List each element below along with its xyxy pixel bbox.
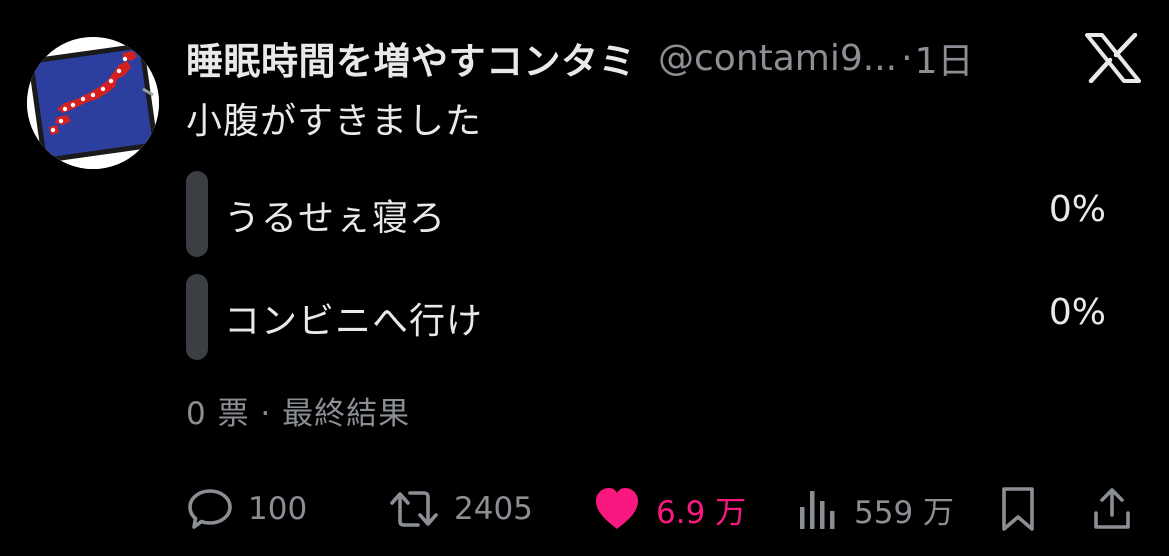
share-icon [1094,488,1130,529]
repost-arrows-icon [390,491,438,527]
poll-meta: 0 票 · 最終結果 [186,396,411,432]
views-button[interactable]: 559 万 [796,484,954,534]
bookmark-button[interactable] [996,484,1040,534]
views-count: 559 万 [854,494,955,531]
bookmark-icon [1002,487,1034,531]
poll-option-percent: 0% [1048,189,1106,230]
x-logo-icon[interactable] [1085,33,1141,83]
repost-count: 2405 [454,491,533,527]
poll-option-bar [186,274,208,360]
reply-button[interactable]: 100 [186,484,307,534]
avatar[interactable] [27,37,159,169]
speech-bubble-icon [188,489,232,529]
reply-count: 100 [248,491,308,527]
post-text: 小腹がすきました [186,101,483,142]
post-time[interactable]: 1日 [915,32,974,84]
poll-option-percent: 0% [1048,292,1106,333]
poll-option-label: コンビニへ行け [224,301,484,342]
poll-option-bar [186,171,208,257]
poll-option[interactable]: うるせぇ寝ろ 0% [186,171,1106,257]
poll-option[interactable]: コンビニへ行け 0% [186,274,1106,360]
heart-icon [596,488,638,529]
share-button[interactable] [1090,484,1134,534]
display-name[interactable]: 睡眠時間を増やすコンタミ [186,31,636,85]
poll-option-label: うるせぇ寝ろ [224,198,447,239]
user-handle[interactable]: @contami9... [658,38,897,79]
like-button[interactable]: 6.9 万 [592,484,746,534]
avatar-japan-map-image [27,37,159,169]
like-count: 6.9 万 [656,494,747,531]
repost-button[interactable]: 2405 [388,484,533,534]
bar-chart-icon [800,491,835,529]
post-header: 睡眠時間を増やすコンタミ @contami9... · 1日 [186,30,973,86]
separator-dot: · [901,37,913,79]
action-bar: 100 2405 6.9 万 559 万 [186,484,1136,534]
